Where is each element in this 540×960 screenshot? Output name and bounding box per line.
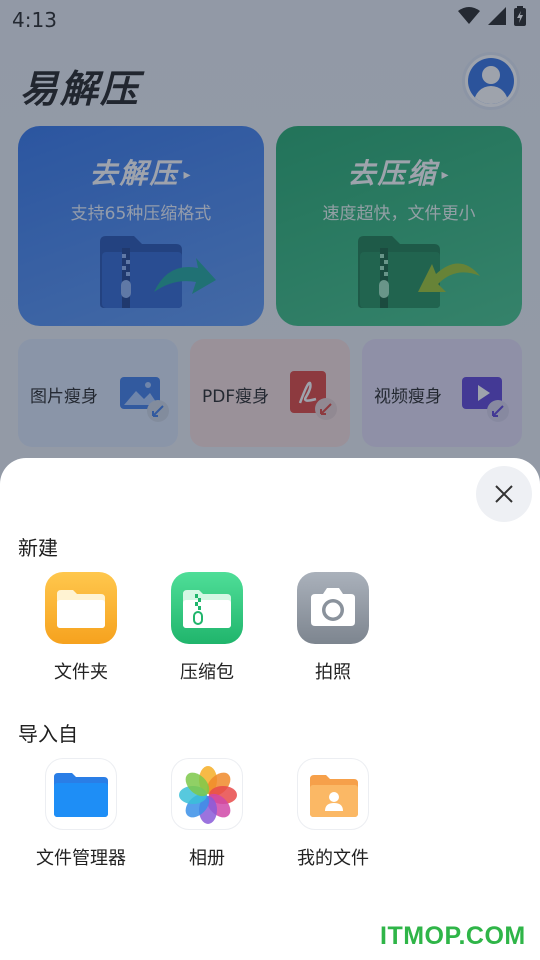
import-file-manager-label: 文件管理器	[36, 848, 126, 869]
import-my-files-item[interactable]: 我的文件	[270, 758, 396, 870]
new-folder-item[interactable]: 文件夹	[18, 572, 144, 684]
new-zip-item[interactable]: 压缩包	[144, 572, 270, 684]
photos-icon	[171, 758, 243, 830]
camera-icon	[297, 572, 369, 644]
file-manager-icon	[45, 758, 117, 830]
bottom-sheet	[0, 458, 540, 960]
new-zip-label: 压缩包	[180, 662, 234, 683]
take-photo-item[interactable]: 拍照	[270, 572, 396, 684]
section-title-new: 新建	[18, 536, 58, 560]
import-my-files-label: 我的文件	[297, 848, 369, 869]
my-files-icon	[297, 758, 369, 830]
import-photos-item[interactable]: 相册	[144, 758, 270, 870]
folder-icon	[45, 572, 117, 644]
import-file-manager-item[interactable]: 文件管理器	[18, 758, 144, 870]
new-folder-label: 文件夹	[54, 662, 108, 683]
zip-archive-icon	[171, 572, 243, 644]
close-button[interactable]	[476, 466, 532, 522]
close-icon	[495, 485, 513, 503]
take-photo-label: 拍照	[315, 662, 351, 683]
watermark: ITMOP.COM	[380, 922, 526, 950]
import-photos-label: 相册	[189, 848, 225, 869]
section-title-import: 导入自	[18, 722, 78, 746]
